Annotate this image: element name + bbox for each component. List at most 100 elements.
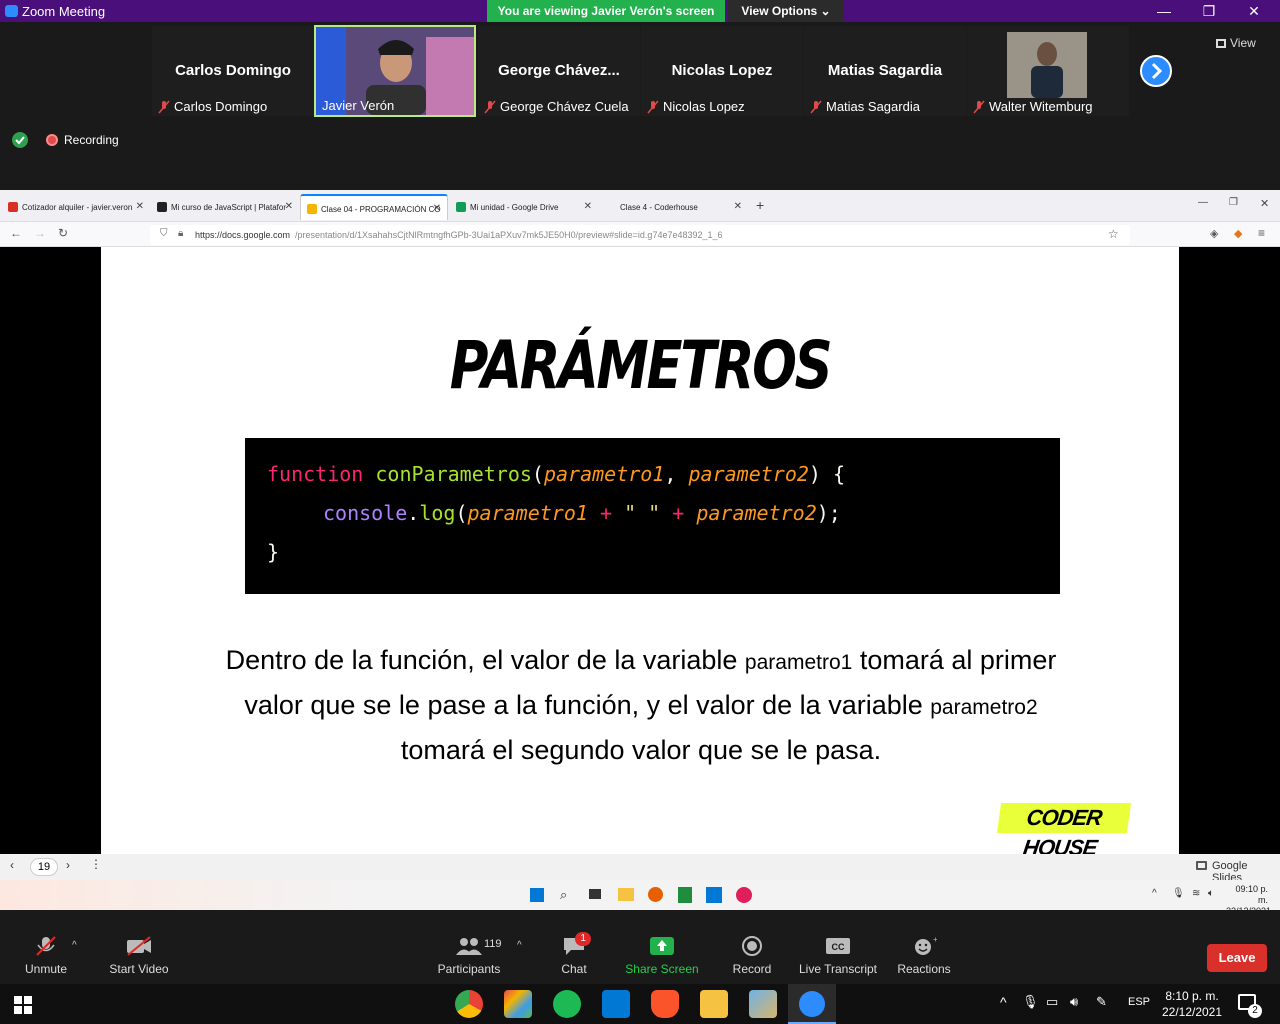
- participant-tile[interactable]: George Chávez... George Chávez Cuela: [478, 26, 640, 116]
- remote-slack-icon[interactable]: [736, 887, 752, 903]
- slides-icon: [1196, 861, 1207, 870]
- metamask-icon[interactable]: ◆: [1234, 227, 1242, 240]
- network-icon[interactable]: ▭: [1046, 994, 1058, 1010]
- remote-taskview-icon[interactable]: [589, 889, 601, 899]
- bookmark-star-icon[interactable]: ☆: [1108, 227, 1119, 241]
- code-line: console.log(parametro1 + " " + parametro…: [323, 501, 841, 525]
- windows-taskbar: ^ 🎙︎ ▭ 🔊︎ ✎ ESP 8:10 p. m. 22/12/2021 2: [0, 984, 1280, 1024]
- leave-button[interactable]: Leave: [1207, 944, 1267, 972]
- participant-tile[interactable]: Walter Witemburg: [967, 26, 1129, 116]
- shield-icon: ⛉: [160, 228, 168, 239]
- muted-mic-icon: [484, 100, 496, 114]
- close-tab-icon[interactable]: ✕: [584, 201, 592, 212]
- muted-mic-icon: [158, 100, 170, 114]
- browser-restore-icon[interactable]: ❐: [1229, 197, 1238, 208]
- browser-nav-bar: ← → ↻ ⛉ 🔒︎ https://docs.google.com /pres…: [0, 222, 1280, 247]
- code-line: }: [267, 540, 280, 564]
- participants-icon: [456, 938, 482, 955]
- remote-firefox-icon[interactable]: [648, 887, 663, 902]
- remote-windows-icon[interactable]: [530, 888, 544, 902]
- browser-tab[interactable]: Mi curso de JavaScript | Platafor ✕: [151, 194, 299, 220]
- recording-indicator[interactable]: Recording: [46, 131, 119, 149]
- notifications-badge: 2: [1248, 1004, 1262, 1018]
- browser-minimize-icon[interactable]: —: [1198, 197, 1208, 208]
- unmute-button[interactable]: Unmute: [16, 910, 76, 984]
- new-tab-icon[interactable]: +: [756, 197, 764, 213]
- brave-icon[interactable]: [651, 990, 679, 1018]
- menu-icon[interactable]: ≡: [1258, 226, 1265, 240]
- spotify-icon[interactable]: [553, 990, 581, 1018]
- browser-tab-active[interactable]: Clase 04 - PROGRAMACIÓN CO ✕: [300, 194, 448, 220]
- browser-tab[interactable]: Cotizador alquiler - javier.veron ✕: [2, 194, 150, 220]
- drive-icon: [456, 202, 466, 212]
- participants-options-chevron-icon[interactable]: ^: [517, 940, 522, 951]
- remote-search-icon[interactable]: ⌕: [560, 887, 567, 903]
- remote-vscode-icon[interactable]: [706, 887, 722, 903]
- next-slide-icon[interactable]: ›: [66, 858, 70, 872]
- security-shield-icon[interactable]: [12, 132, 28, 148]
- forward-icon[interactable]: →: [34, 226, 46, 240]
- check-icon: [15, 136, 25, 145]
- svg-text:CC: CC: [832, 942, 845, 952]
- remote-tray-chevron-icon[interactable]: ^: [1152, 888, 1157, 899]
- windows-start-icon[interactable]: [14, 996, 32, 1014]
- chrome-icon[interactable]: [455, 990, 483, 1018]
- gitkraken-icon[interactable]: [504, 990, 532, 1018]
- share-screen-button[interactable]: Share Screen: [622, 910, 702, 984]
- reload-icon[interactable]: ↻: [58, 226, 68, 240]
- slide: PARÁMETROS function conParametros(parame…: [101, 247, 1179, 860]
- remote-sheets-icon[interactable]: [678, 887, 692, 903]
- browser-close-icon[interactable]: ✕: [1260, 197, 1269, 210]
- next-page-button[interactable]: [1140, 55, 1172, 87]
- pen-icon[interactable]: ✎: [1096, 994, 1107, 1010]
- record-button[interactable]: Record: [722, 910, 782, 984]
- remote-explorer-icon[interactable]: [618, 888, 634, 901]
- pocket-icon[interactable]: ◈: [1210, 227, 1218, 240]
- browser-tab[interactable]: Clase 4 - Coderhouse ✕: [600, 194, 748, 220]
- close-button[interactable]: ✕: [1234, 1, 1274, 21]
- address-bar[interactable]: ⛉ 🔒︎ https://docs.google.com /presentati…: [150, 225, 1130, 245]
- minimize-button[interactable]: —: [1144, 1, 1184, 21]
- participant-tile[interactable]: Nicolas Lopez Nicolas Lopez: [641, 26, 803, 116]
- participant-name: Carlos Domingo: [175, 62, 291, 79]
- participant-name: Matias Sagardia: [827, 62, 943, 79]
- previous-slide-icon[interactable]: ‹: [10, 858, 14, 872]
- share-screen-icon: [650, 937, 674, 955]
- remote-mic-icon: 🎙︎: [1172, 888, 1185, 899]
- close-tab-icon[interactable]: ✕: [734, 201, 742, 212]
- remote-wifi-icon: ≋: [1192, 888, 1201, 899]
- chat-badge: 1: [575, 932, 592, 946]
- live-transcript-button[interactable]: CC Live Transcript: [796, 910, 880, 984]
- file-explorer-icon[interactable]: [700, 990, 728, 1018]
- taskbar-clock[interactable]: 8:10 p. m. 22/12/2021: [1160, 988, 1224, 1020]
- maximize-button[interactable]: ❐: [1189, 1, 1229, 21]
- participant-label: George Chávez Cuela: [480, 98, 629, 116]
- participant-tile[interactable]: Carlos Domingo Carlos Domingo: [152, 26, 314, 116]
- paint-icon[interactable]: [749, 990, 777, 1018]
- close-tab-icon[interactable]: ✕: [433, 203, 441, 214]
- zoom-taskbar-button[interactable]: [788, 984, 836, 1024]
- tray-chevron-icon[interactable]: ^: [1000, 994, 1007, 1010]
- volume-icon[interactable]: 🔊︎: [1070, 994, 1078, 1010]
- zoom-icon: [5, 5, 18, 17]
- close-tab-icon[interactable]: ✕: [136, 201, 144, 212]
- language-indicator[interactable]: ESP: [1128, 996, 1150, 1008]
- browser-tab[interactable]: Mi unidad - Google Drive ✕: [450, 194, 598, 220]
- participant-label: Matias Sagardia: [806, 98, 920, 116]
- participant-tile[interactable]: Matias Sagardia Matias Sagardia: [804, 26, 966, 116]
- participant-tile-active-speaker[interactable]: Javier Verón: [314, 25, 476, 117]
- close-tab-icon[interactable]: ✕: [285, 201, 293, 212]
- reactions-button[interactable]: + Reactions: [894, 910, 954, 984]
- slide-number[interactable]: 19: [30, 858, 58, 876]
- view-button[interactable]: View: [1216, 32, 1270, 54]
- browser-tab-bar: Cotizador alquiler - javier.veron ✕ Mi c…: [0, 190, 1280, 222]
- participants-button[interactable]: Participants 119: [434, 910, 504, 984]
- view-options-button[interactable]: View Options ⌄: [728, 0, 844, 22]
- back-icon[interactable]: ←: [10, 226, 22, 240]
- more-options-icon[interactable]: ⋮: [90, 857, 102, 871]
- chat-button[interactable]: 1 Chat: [544, 910, 604, 984]
- start-video-button[interactable]: Start Video: [104, 910, 174, 984]
- vscode-icon[interactable]: [602, 990, 630, 1018]
- svg-text:+: +: [933, 936, 937, 944]
- audio-options-chevron-icon[interactable]: ^: [72, 940, 77, 951]
